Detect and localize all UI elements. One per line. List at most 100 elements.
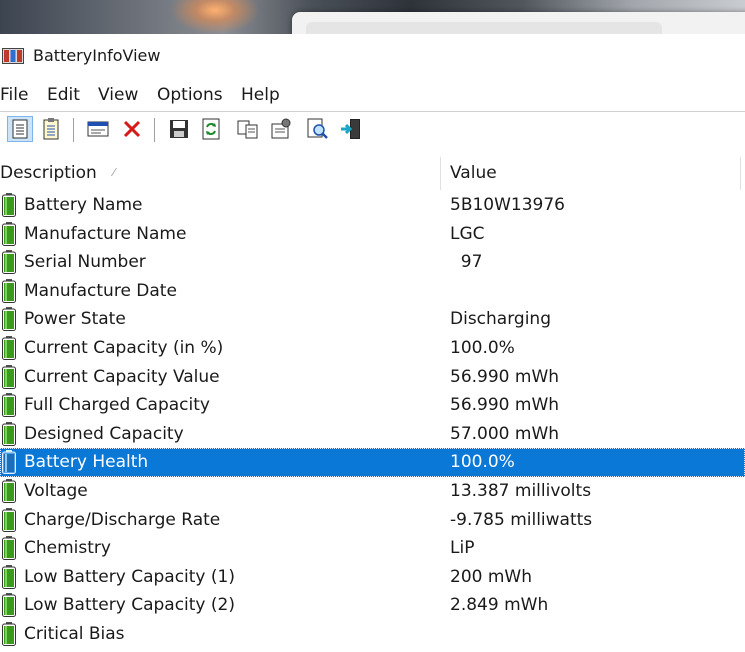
list-item[interactable]: Low Battery Capacity (1) 200 mWh	[0, 563, 745, 592]
row-description: Battery Name	[24, 195, 143, 215]
find-icon	[307, 118, 328, 139]
list-item-selected[interactable]: Battery Health 100.0%	[0, 448, 745, 477]
properties-button[interactable]	[268, 116, 294, 142]
column-value[interactable]: Value	[450, 154, 497, 192]
row-value: 200 mWh	[450, 566, 532, 587]
row-description: Designed Capacity	[24, 423, 184, 444]
menu-options[interactable]: Options	[157, 84, 223, 106]
background-window-bar	[306, 22, 662, 34]
text-report-icon	[43, 118, 59, 140]
delete-button[interactable]	[119, 116, 145, 142]
list-item[interactable]: Critical Bias	[0, 620, 745, 649]
column-separator[interactable]	[440, 157, 441, 190]
row-description: Full Charged Capacity	[24, 395, 210, 416]
row-description: Charge/Discharge Rate	[24, 509, 221, 530]
menu-view[interactable]: View	[98, 84, 138, 106]
toolbar-separator	[154, 118, 155, 142]
row-description: Voltage	[24, 480, 88, 501]
battery-icon	[2, 564, 16, 589]
row-value: LGC	[450, 223, 485, 244]
delete-icon	[123, 120, 141, 138]
list-item[interactable]: Full Charged Capacity 56.990 mWh	[0, 391, 745, 420]
row-value: 100.0%	[450, 337, 515, 358]
battery-icon	[2, 364, 16, 389]
row-description: Manufacture Date	[24, 280, 177, 301]
row-value: 57.000 mWh	[450, 423, 560, 444]
properties-icon	[271, 118, 291, 139]
row-value: 97	[450, 252, 483, 273]
refresh-icon	[202, 118, 220, 140]
copy-button[interactable]	[235, 116, 261, 142]
row-value: 56.990 mWh	[450, 395, 560, 416]
battery-icon	[2, 478, 16, 503]
list-item[interactable]: Low Battery Capacity (2) 2.849 mWh	[0, 591, 745, 620]
desktop-glow	[170, 0, 260, 34]
row-description: Chemistry	[24, 538, 111, 559]
battery-icon	[2, 307, 16, 332]
row-value: -9.785 milliwatts	[450, 509, 593, 530]
column-description[interactable]: Description	[0, 154, 97, 192]
html-report-button[interactable]	[7, 116, 33, 142]
list-item[interactable]: Charge/Discharge Rate -9.785 milliwatts	[0, 506, 745, 535]
desktop-background	[0, 0, 745, 34]
battery-icon	[2, 621, 16, 646]
battery-icon	[2, 250, 16, 275]
window-title: BatteryInfoView	[33, 46, 161, 65]
battery-icon	[2, 507, 16, 532]
list-item[interactable]: Current Capacity Value 56.990 mWh	[0, 363, 745, 392]
list-item[interactable]: Chemistry LiP	[0, 534, 745, 563]
text-report-button[interactable]	[38, 116, 64, 142]
row-value: 100.0%	[450, 452, 515, 473]
menu-edit[interactable]: Edit	[47, 84, 80, 106]
list-item[interactable]: Manufacture Date	[0, 277, 745, 306]
list-item[interactable]: Manufacture Name LGC	[0, 220, 745, 249]
row-value: Discharging	[450, 309, 551, 330]
battery-icon	[2, 421, 16, 446]
battery-icon	[2, 278, 16, 303]
refresh-button[interactable]	[198, 116, 224, 142]
list-item[interactable]: Power State Discharging	[0, 305, 745, 334]
row-value: LiP	[450, 538, 475, 559]
toolbar	[0, 111, 745, 155]
row-description: Power State	[24, 309, 126, 330]
menu-file[interactable]: File	[0, 84, 28, 106]
row-description: Low Battery Capacity (2)	[24, 595, 235, 616]
row-description: Serial Number	[24, 252, 146, 273]
list-item[interactable]: Battery Name 5B10W13976	[0, 191, 745, 220]
copy-icon	[237, 120, 258, 139]
properties-window-icon	[87, 121, 109, 137]
row-value: 13.387 millivolts	[450, 480, 592, 501]
sort-indicator-icon: ⁄	[113, 166, 115, 179]
save-button[interactable]	[166, 116, 192, 142]
menu-help[interactable]: Help	[241, 84, 280, 106]
find-button[interactable]	[305, 116, 331, 142]
list-item[interactable]: Serial Number 97	[0, 248, 745, 277]
row-description: Low Battery Capacity (1)	[24, 566, 235, 587]
toolbar-separator	[73, 118, 74, 142]
battery-icon	[2, 335, 16, 360]
row-description: Critical Bias	[24, 623, 125, 644]
html-report-icon	[12, 119, 28, 139]
battery-icon	[2, 221, 16, 246]
battery-icon	[2, 193, 16, 217]
battery-icon	[2, 393, 16, 418]
row-value: 56.990 mWh	[450, 366, 560, 387]
battery-icon	[2, 450, 16, 475]
list-item[interactable]: Current Capacity (in %) 100.0%	[0, 334, 745, 363]
battery-info-list: Battery Name 5B10W13976 Manufacture Name…	[0, 191, 745, 649]
row-value: 2.849 mWh	[450, 595, 549, 616]
battery-icon	[2, 593, 16, 618]
exit-icon	[341, 119, 360, 139]
column-separator[interactable]	[740, 157, 741, 190]
app-battery-icon	[2, 48, 24, 64]
list-item[interactable]: Designed Capacity 57.000 mWh	[0, 420, 745, 449]
battery-icon	[2, 536, 16, 561]
row-description: Current Capacity Value	[24, 366, 220, 387]
list-item[interactable]: Voltage 13.387 millivolts	[0, 477, 745, 506]
exit-button[interactable]	[338, 116, 364, 142]
save-icon	[170, 120, 188, 138]
properties-window-button[interactable]	[85, 116, 111, 142]
row-description: Manufacture Name	[24, 223, 187, 244]
row-description: Battery Health	[24, 452, 149, 473]
background-window[interactable]	[292, 12, 745, 34]
